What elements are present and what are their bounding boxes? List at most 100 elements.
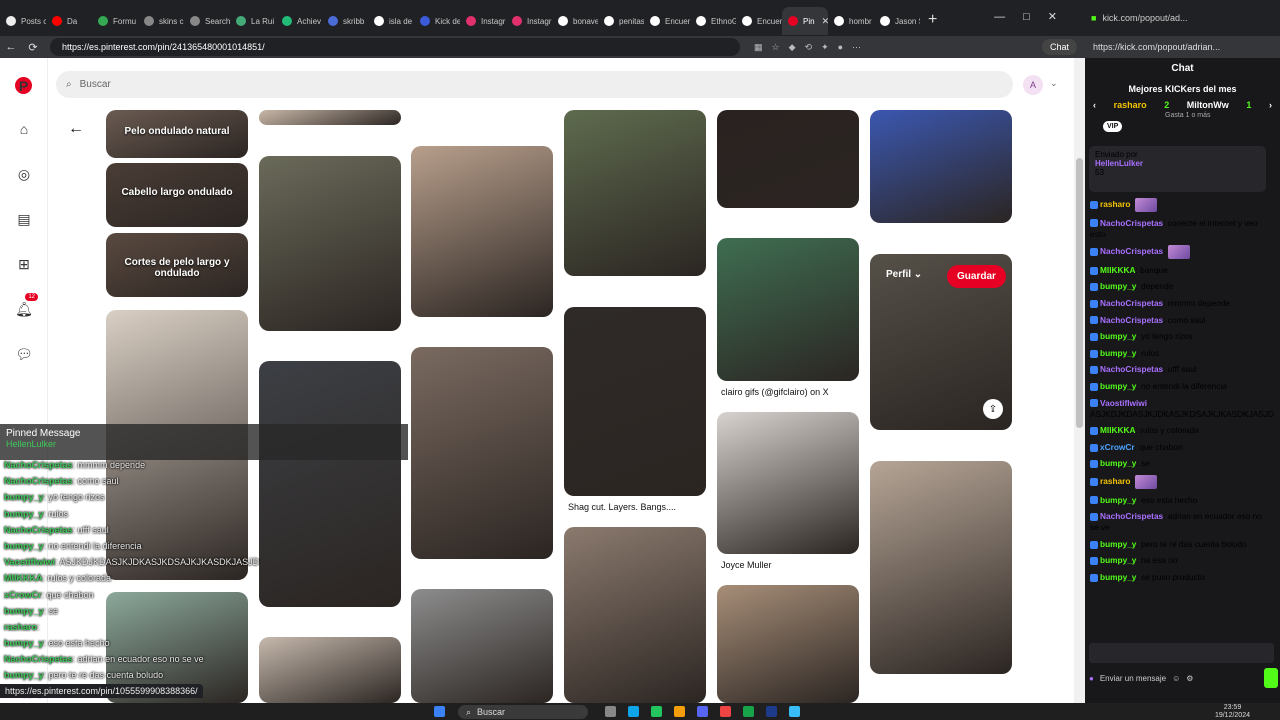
chat-username[interactable]: rasharo bbox=[1100, 476, 1130, 486]
pin-image[interactable] bbox=[411, 589, 553, 703]
notes-icon[interactable] bbox=[789, 706, 800, 717]
pin-caption[interactable]: Shag cut. Layers. Bangs.... bbox=[568, 502, 676, 512]
puzzle-icon[interactable]: ✦ bbox=[821, 42, 829, 53]
browser-tab[interactable]: La Rui bbox=[230, 7, 276, 35]
mic-icon[interactable]: ● bbox=[1089, 674, 1094, 683]
chat-username[interactable]: NachoCrispetas bbox=[1100, 315, 1163, 325]
edge-icon[interactable] bbox=[628, 706, 639, 717]
browser-tab[interactable]: isla de bbox=[368, 7, 414, 35]
pin-image[interactable] bbox=[870, 110, 1012, 223]
browser-tab[interactable]: Instagr bbox=[506, 7, 552, 35]
chevron-down-icon[interactable]: ⌄ bbox=[1050, 78, 1058, 89]
grid-icon[interactable]: ▦ bbox=[754, 42, 763, 53]
chat-username[interactable]: bumpy_y bbox=[1100, 458, 1136, 468]
folder-icon[interactable] bbox=[674, 706, 685, 717]
browser-tab[interactable]: skribb bbox=[322, 7, 368, 35]
board-card[interactable]: Cortes de pelo largo y ondulado bbox=[106, 233, 248, 297]
pin-image[interactable] bbox=[411, 347, 553, 559]
chat-input[interactable]: ● Enviar un mensaje ☺ ⚙ bbox=[1089, 667, 1275, 689]
copilot-chat-button[interactable]: Chat bbox=[1041, 39, 1077, 55]
url-field[interactable]: https://es.pinterest.com/pin/24136548000… bbox=[50, 38, 740, 56]
create-icon[interactable]: ⊞ bbox=[13, 253, 35, 275]
pin-image[interactable] bbox=[259, 156, 401, 331]
chat-username[interactable]: Vaostiflwiwi bbox=[1100, 398, 1147, 408]
chat-username[interactable]: NachoCrispetas bbox=[1100, 246, 1163, 256]
browser-tab[interactable]: Pin ✕ bbox=[782, 7, 828, 35]
back-icon[interactable]: ← bbox=[0, 41, 22, 53]
pinned-user[interactable]: HellenLulker bbox=[1095, 159, 1260, 168]
chat-username[interactable]: xCrowCr bbox=[1100, 442, 1135, 452]
star-icon[interactable]: ☆ bbox=[772, 42, 780, 53]
chat-username[interactable]: MIIKKKA bbox=[1100, 425, 1136, 435]
chat-username[interactable]: bumpy_y bbox=[1100, 555, 1136, 565]
chat-username[interactable]: bumpy_y bbox=[1100, 348, 1136, 358]
browser-tab[interactable]: Jason S bbox=[874, 7, 920, 35]
pin-image[interactable] bbox=[564, 110, 706, 276]
chat-username[interactable]: MIIKKKA bbox=[1100, 265, 1136, 275]
search-input[interactable]: ⌕ Buscar bbox=[56, 71, 1013, 98]
pin-image[interactable] bbox=[717, 238, 859, 381]
top-kicker-1[interactable]: rasharo bbox=[1114, 100, 1147, 110]
pin-image[interactable] bbox=[717, 412, 859, 554]
pin-image[interactable] bbox=[870, 461, 1012, 674]
pin-image[interactable] bbox=[564, 307, 706, 496]
browser-tab[interactable]: Posts c bbox=[0, 7, 46, 35]
new-tab-button[interactable]: + bbox=[928, 11, 937, 29]
discord-icon[interactable] bbox=[697, 706, 708, 717]
save-button[interactable]: Guardar bbox=[947, 265, 1006, 288]
pin-image[interactable] bbox=[564, 527, 706, 703]
browser-tab[interactable]: Kick de bbox=[414, 7, 460, 35]
messages-icon[interactable]: 💬︎ bbox=[13, 343, 35, 365]
chat-username[interactable]: bumpy_y bbox=[1100, 495, 1136, 505]
store-icon[interactable] bbox=[651, 706, 662, 717]
next-arrow-icon[interactable]: › bbox=[1269, 100, 1272, 110]
windows-start-icon[interactable] bbox=[434, 706, 445, 717]
clock[interactable]: 23:59 19/12/2024 bbox=[1215, 704, 1250, 720]
back-arrow-icon[interactable]: ← bbox=[68, 120, 84, 138]
board-card[interactable]: Cabello largo ondulado bbox=[106, 163, 248, 227]
pin-image[interactable] bbox=[259, 361, 401, 607]
browser-tab[interactable]: Encuen bbox=[644, 7, 690, 35]
avatar[interactable]: A bbox=[1023, 75, 1043, 95]
kick-url-field[interactable]: https://kick.com/popout/adrian... bbox=[1085, 36, 1280, 58]
pin-caption[interactable]: Joyce Muller bbox=[721, 560, 772, 570]
page-scrollbar[interactable] bbox=[1074, 58, 1085, 703]
pinterest-logo-icon[interactable]: P bbox=[15, 77, 32, 94]
profile-icon[interactable]: ● bbox=[838, 42, 843, 52]
window-controls[interactable]: —□✕ bbox=[994, 10, 1075, 23]
browser-tab[interactable]: bonave bbox=[552, 7, 598, 35]
browser-tab[interactable]: Da bbox=[46, 7, 92, 35]
browser-tab[interactable]: Instagr bbox=[460, 7, 506, 35]
explore-icon[interactable]: ◎ bbox=[13, 163, 35, 185]
chat-username[interactable]: NachoCrispetas bbox=[1100, 364, 1163, 374]
pin-image[interactable] bbox=[717, 585, 859, 703]
share-icon[interactable]: ⇪ bbox=[983, 399, 1003, 419]
browser-tab[interactable]: Achiev bbox=[276, 7, 322, 35]
chrome-icon[interactable] bbox=[720, 706, 731, 717]
send-button[interactable] bbox=[1264, 668, 1278, 688]
steam-icon[interactable] bbox=[766, 706, 777, 717]
extension-icon[interactable]: ◆ bbox=[789, 42, 796, 53]
chat-username[interactable]: bumpy_y bbox=[1100, 572, 1136, 582]
home-icon[interactable]: ⌂ bbox=[13, 118, 35, 140]
browser-tab[interactable]: hombr bbox=[828, 7, 874, 35]
browser-tab[interactable]: skins c bbox=[138, 7, 184, 35]
chat-username[interactable]: rasharo bbox=[1100, 199, 1130, 209]
browser-tab[interactable]: EthnoG bbox=[690, 7, 736, 35]
pin-caption[interactable]: clairo gifs (@gifclairo) on X bbox=[721, 387, 829, 397]
chat-username[interactable]: bumpy_y bbox=[1100, 539, 1136, 549]
scrollbar-thumb[interactable] bbox=[1076, 158, 1083, 428]
pin-image[interactable] bbox=[259, 637, 401, 703]
board-card[interactable]: Pelo ondulado natural bbox=[106, 110, 248, 158]
browser-tab[interactable]: Formu bbox=[92, 7, 138, 35]
chat-username[interactable]: bumpy_y bbox=[1100, 281, 1136, 291]
emote-bar[interactable] bbox=[1089, 643, 1274, 663]
pin-image[interactable] bbox=[717, 110, 859, 208]
chat-username[interactable]: bumpy_y bbox=[1100, 381, 1136, 391]
pin-image[interactable] bbox=[411, 146, 553, 317]
chat-username[interactable]: NachoCrispetas bbox=[1100, 298, 1163, 308]
emoji-icon[interactable]: ☺ bbox=[1172, 674, 1180, 683]
app-icon[interactable] bbox=[743, 706, 754, 717]
top-kicker-2[interactable]: MiltonWw bbox=[1187, 100, 1229, 110]
reload-icon[interactable]: ⟳ bbox=[22, 41, 44, 54]
